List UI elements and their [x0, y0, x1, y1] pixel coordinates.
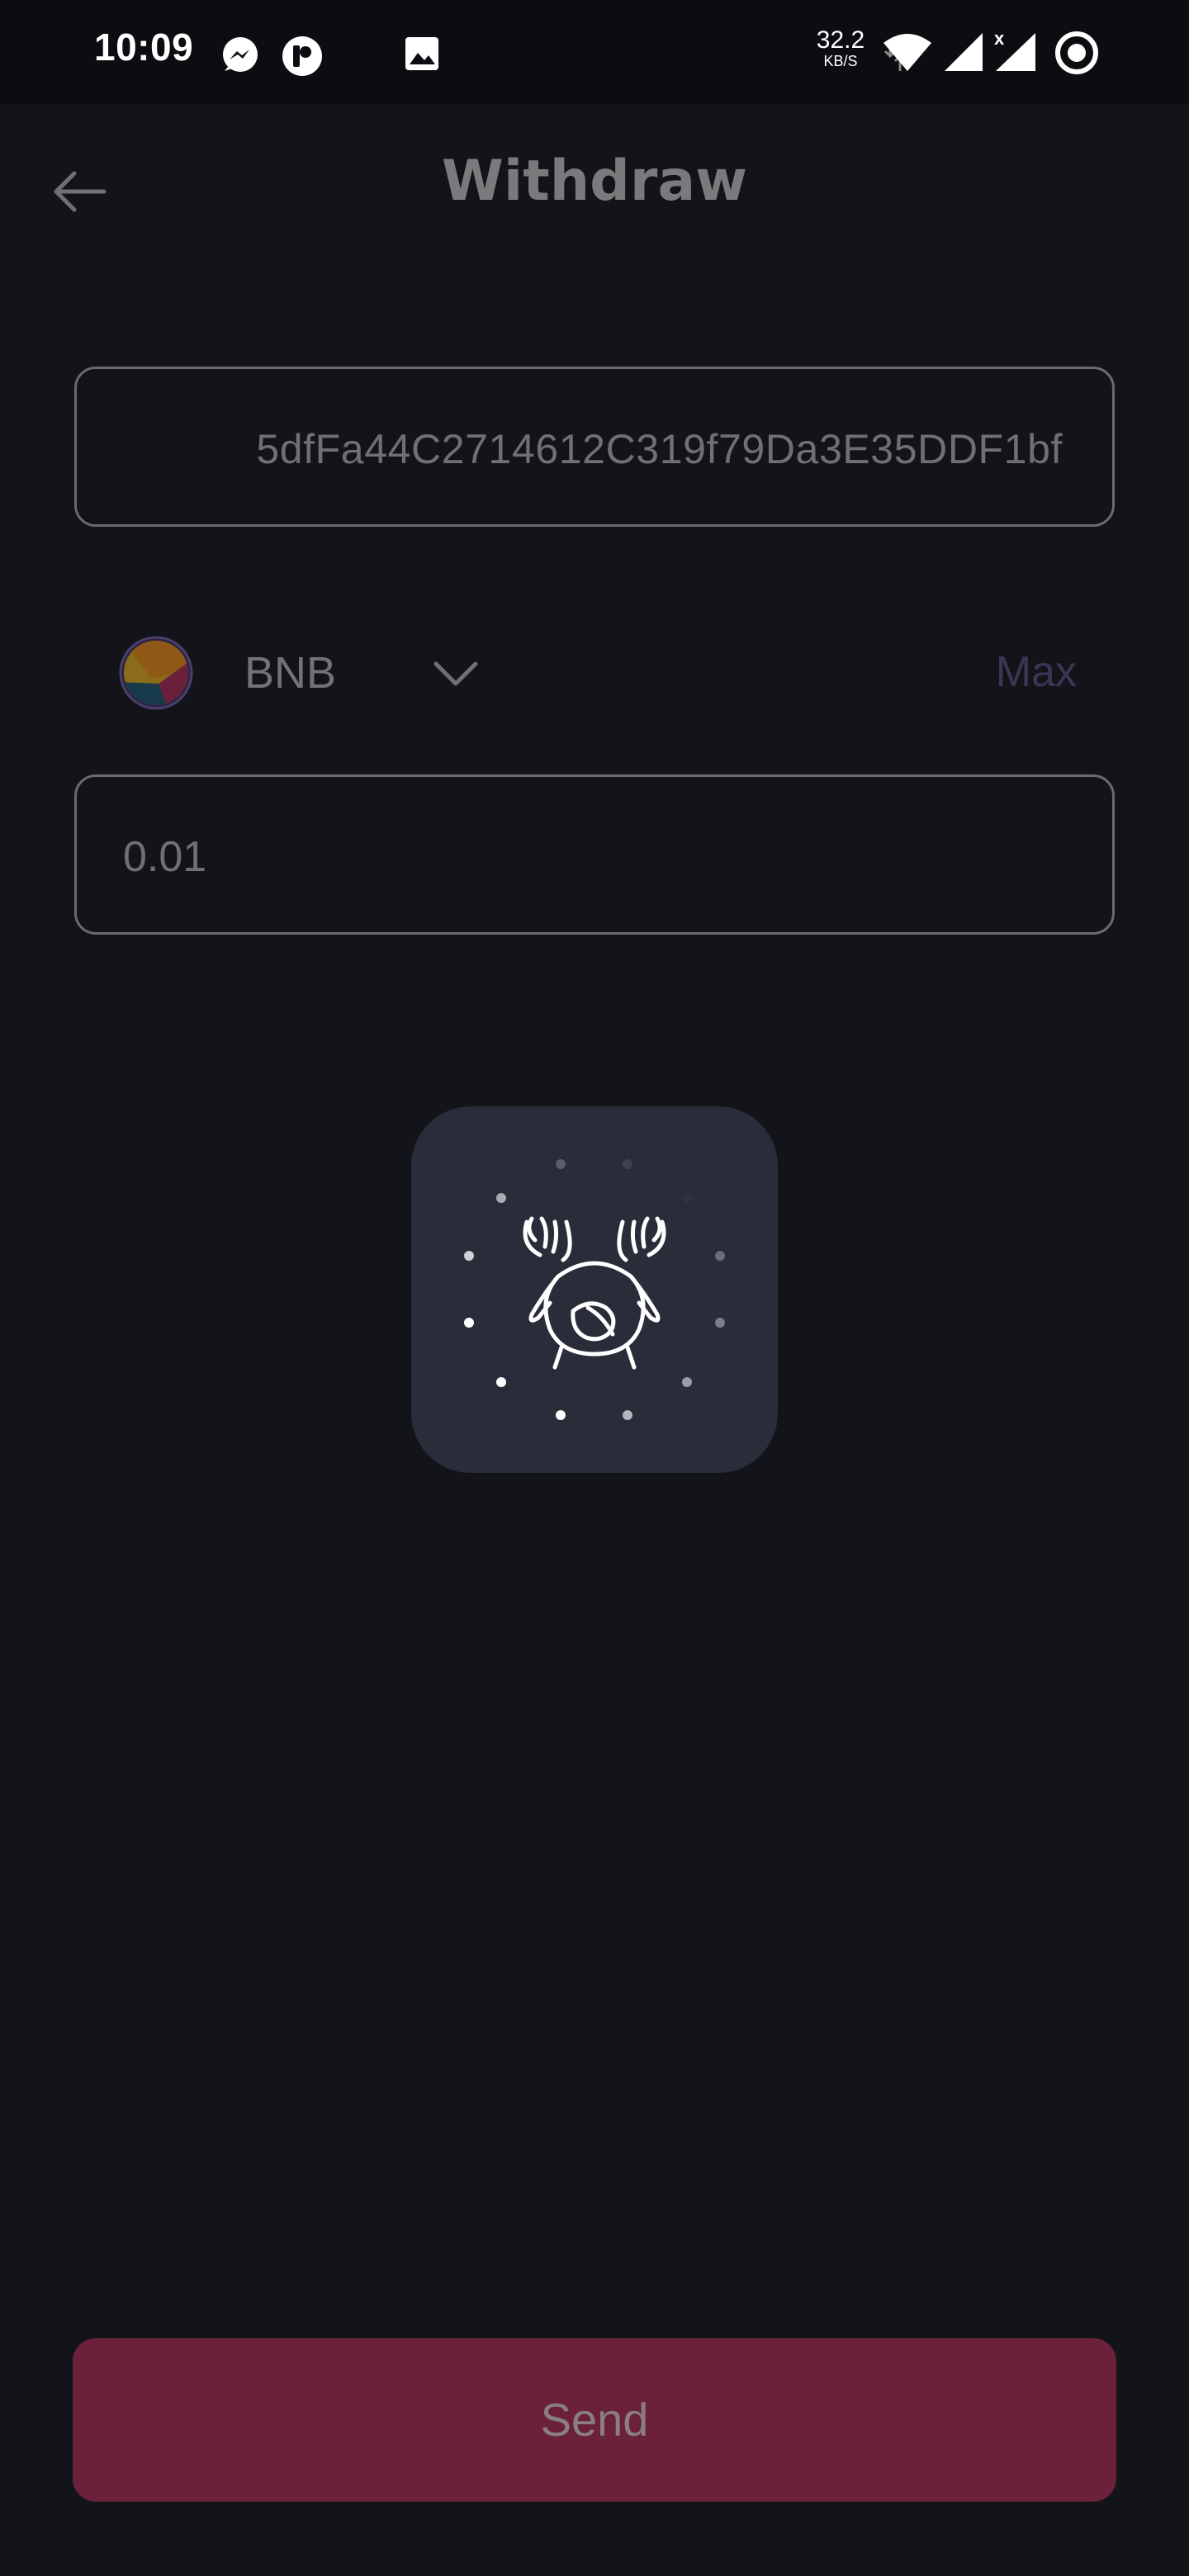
moose-mascot-icon — [523, 1216, 666, 1370]
wifi-icon — [883, 34, 931, 71]
chevron-down-icon[interactable] — [431, 649, 481, 698]
token-name[interactable]: BNB — [244, 647, 336, 698]
bnb-token-logo[interactable] — [119, 636, 193, 710]
signal-icon — [945, 33, 983, 71]
spinner-dot — [623, 1410, 632, 1420]
spinner-dot — [623, 1159, 632, 1169]
address-input-value: 5dfFa44C2714612C319f79Da3E35DDF1bf — [256, 426, 1063, 472]
address-input[interactable]: 5dfFa44C2714612C319f79Da3E35DDF1bf — [74, 367, 1115, 527]
amount-input-value: 0.01 — [123, 833, 207, 881]
token-selector-row: BNB Max — [119, 636, 1077, 715]
spinner-dot — [715, 1251, 725, 1261]
net-speed-value: 32.2 — [816, 26, 865, 54]
record-icon — [1055, 31, 1098, 74]
status-bar: 10:09 32.2 KB/S x — [0, 0, 1189, 104]
spinner-dot — [464, 1318, 474, 1328]
address-fade — [77, 369, 199, 524]
status-time: 10:09 — [94, 26, 194, 69]
spinner-dot — [464, 1251, 474, 1261]
image-icon — [405, 37, 438, 70]
send-button[interactable]: Send — [73, 2338, 1116, 2502]
spinner-dot — [682, 1377, 692, 1387]
signal-x-icon: x — [994, 28, 1035, 71]
amount-input[interactable]: 0.01 — [74, 774, 1115, 935]
spinner-dot — [682, 1193, 692, 1203]
net-speed: 32.2 KB/S — [809, 26, 872, 70]
p-app-icon — [282, 36, 322, 76]
withdraw-screen: Withdraw 5dfFa44C2714612C319f79Da3E35DDF… — [0, 104, 1189, 2576]
svg-text:x: x — [994, 28, 1005, 49]
loading-indicator — [411, 1106, 778, 1473]
net-speed-unit: KB/S — [823, 53, 858, 69]
spinner-dot — [715, 1318, 725, 1328]
spinner-dot — [496, 1377, 506, 1387]
max-button[interactable]: Max — [996, 647, 1077, 697]
spinner-dot — [556, 1410, 566, 1420]
page-title: Withdraw — [441, 149, 748, 214]
loading-spinner — [464, 1159, 725, 1420]
spinner-dot — [496, 1193, 506, 1203]
spinner-dot — [556, 1159, 566, 1169]
messenger-icon — [223, 37, 258, 72]
